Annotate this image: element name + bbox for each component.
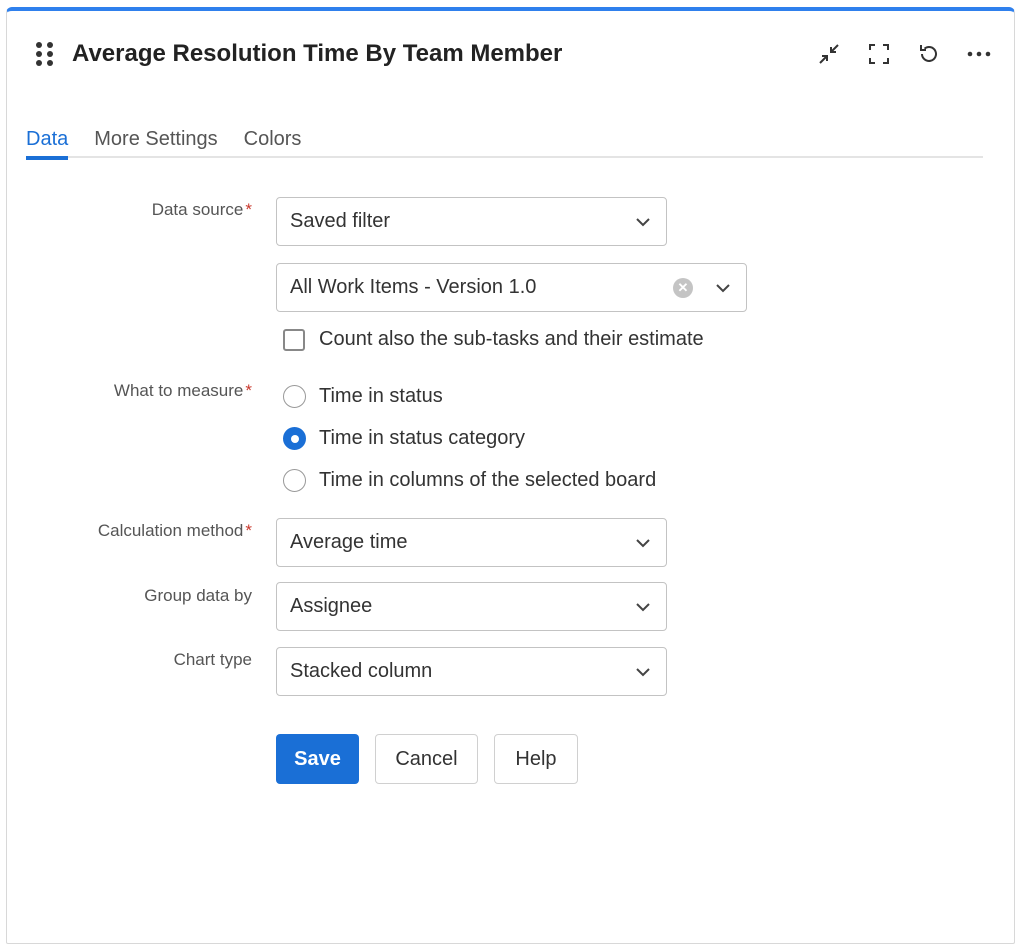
more-icon [967,51,991,57]
chevron-down-icon [633,662,653,682]
help-button[interactable]: Help [494,734,578,784]
radio-label: Time in status category [319,427,526,449]
measure-label: What to measure * [113,381,252,400]
radio-time-in-columns[interactable]: Time in columns of the selected board [283,469,656,492]
radio-label: Time in columns of the selected board [319,469,657,491]
chevron-down-icon [633,597,653,617]
subtasks-label: Count also the sub-tasks and their estim… [319,328,704,350]
gadget-title: Average Resolution Time By Team Member [72,40,563,67]
radio-time-in-status-category[interactable]: Time in status category [283,427,525,450]
data-source-label: Data source * [151,200,252,219]
group-label: Group data by [144,586,252,605]
chevron-down-icon [713,278,733,298]
refresh-button[interactable] [911,36,947,72]
refresh-icon [920,45,937,62]
tab-bar: Data More Settings Colors [26,128,983,160]
calc-label: Calculation method * [97,521,252,540]
tab-colors[interactable]: Colors [244,128,302,158]
chart-type-select[interactable]: Stacked column [276,647,667,696]
cancel-button[interactable]: Cancel [375,734,478,784]
fullscreen-button[interactable] [861,36,897,72]
header-actions [811,36,997,72]
fullscreen-icon [869,44,889,64]
radio-time-in-status[interactable]: Time in status [283,385,443,408]
data-source-value: Saved filter [290,210,391,232]
subtasks-checkbox[interactable]: Count also the sub-tasks and their estim… [283,328,704,351]
radio-label: Time in status [319,385,443,407]
collapse-button[interactable] [811,36,847,72]
chart-type-value: Stacked column [290,660,433,682]
data-source-select[interactable]: Saved filter [276,197,667,246]
radio-icon[interactable] [283,469,306,492]
chart-type-label: Chart type [173,650,252,669]
more-button[interactable] [961,36,997,72]
header: Average Resolution Time By Team Member [36,40,562,68]
save-button[interactable]: Save [276,734,359,784]
tab-data[interactable]: Data [26,128,69,160]
clear-icon[interactable]: ✕ [673,277,693,298]
calc-select[interactable]: Average time [276,518,667,567]
filter-value: All Work Items - Version 1.0 [290,276,537,298]
collapse-icon [819,44,839,64]
group-select[interactable]: Assignee [276,582,667,631]
checkbox-icon[interactable] [283,328,305,351]
chevron-down-icon [633,212,653,232]
calc-value: Average time [290,531,408,553]
filter-select[interactable]: All Work Items - Version 1.0 ✕ [276,263,747,312]
drag-handle-icon[interactable] [36,42,54,66]
radio-selected-icon[interactable] [283,427,306,450]
tab-more-settings[interactable]: More Settings [94,128,217,158]
chevron-down-icon [633,533,653,553]
group-value: Assignee [290,595,373,617]
radio-icon[interactable] [283,385,306,408]
